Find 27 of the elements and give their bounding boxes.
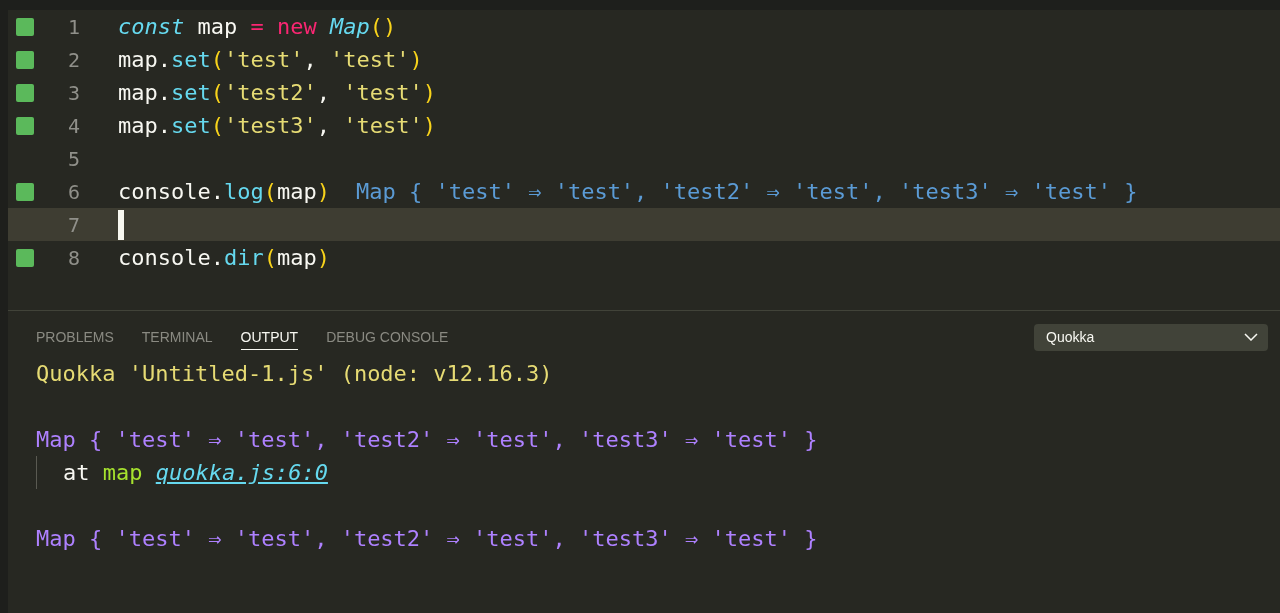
code-line: console.log(map)	[118, 179, 330, 204]
chevron-down-icon	[1244, 333, 1258, 341]
stack-trace-line: at map quokka.js:6:0	[36, 456, 328, 489]
line-number: 3	[66, 80, 80, 105]
line-number: 5	[66, 146, 80, 171]
code-line: map.set('test', 'test')	[118, 47, 423, 72]
code-line: const map = new Map()	[118, 14, 397, 39]
line-number: 6	[66, 179, 80, 204]
code-line: console.dir(map)	[118, 245, 330, 270]
line-number: 4	[66, 113, 80, 138]
code-line: map.set('test3', 'test')	[118, 113, 436, 138]
line-number: 8	[66, 245, 80, 270]
text-cursor	[118, 209, 124, 240]
line-number: 2	[66, 47, 80, 72]
panel-tab[interactable]: TERMINAL	[141, 324, 213, 350]
output-text: Quokka 'Untitled-1.js' (node: v12.16.3)	[36, 361, 553, 386]
output-channel-dropdown[interactable]: Quokka	[1034, 323, 1268, 351]
output-text: Map { 'test' ⇒ 'test', 'test2' ⇒ 'test', 'test3' ⇒ 'test' }	[36, 526, 818, 551]
output-text: Map { 'test' ⇒ 'test', 'test2' ⇒ 'test', 'test3' ⇒ 'test' }	[36, 427, 818, 452]
line-number: 7	[66, 212, 80, 237]
line-number: 1	[66, 14, 80, 39]
panel-tab[interactable]: OUTPUT	[240, 324, 299, 350]
panel-tab[interactable]: PROBLEMS	[36, 324, 114, 350]
code-line: map.set('test2', 'test')	[118, 80, 436, 105]
source-link[interactable]: quokka.js:6:0	[155, 460, 328, 485]
inline-result: Map { 'test' ⇒ 'test', 'test2' ⇒ 'test', 'test3' ⇒ 'test' }	[355, 179, 1138, 204]
panel-tab[interactable]: DEBUG CONSOLE	[326, 324, 449, 350]
